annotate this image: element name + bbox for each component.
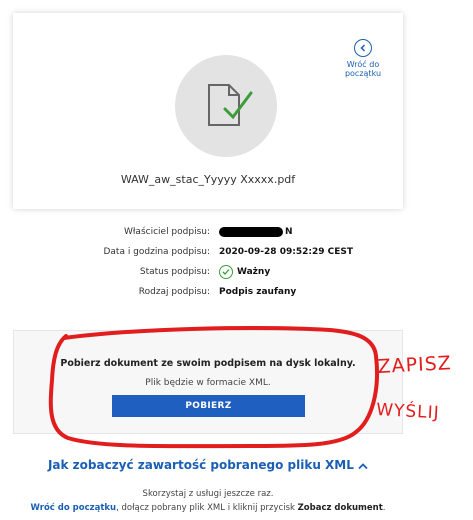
footer-line1: Skorzystaj z usługi jeszcze raz. (142, 489, 274, 499)
redacted-block (219, 227, 283, 237)
signature-info: Właściciel podpisu: N Data i godzina pod… (0, 222, 473, 302)
file-name: WAW_aw_stac_Yyyyy Xxxxx.pdf (120, 173, 296, 186)
owner-value-visible: N (285, 227, 293, 237)
status-value: Ważny (219, 262, 270, 282)
datetime-label: Data i godzina podpisu: (103, 247, 210, 257)
footer-back-link[interactable]: Wróć do początku (31, 503, 117, 513)
status-row: Status podpisu: Ważny (0, 262, 473, 282)
back-to-start-button[interactable]: Wróć do początku (339, 39, 387, 78)
owner-value: N (219, 222, 293, 242)
file-card: Wróć do początku WAW_aw_stac_Yyyyy Xxxxx… (13, 13, 403, 209)
datetime-row: Data i godzina podpisu: 2020-09-28 09:52… (0, 242, 473, 262)
footer-middle-text: , dołącz pobrany plik XML i kliknij przy… (116, 503, 298, 513)
download-button[interactable]: POBIERZ (112, 395, 305, 417)
footer-line2: Wróć do początku, dołącz pobrany plik XM… (0, 503, 416, 513)
xml-help-link[interactable]: Jak zobaczyć zawartość pobranego pliku X… (0, 458, 416, 472)
arrow-left-icon (354, 39, 372, 57)
signed-document-icon (208, 84, 253, 126)
footer-end-text: . (382, 503, 386, 513)
status-label: Status podpisu: (139, 267, 210, 277)
document-icon-circle (175, 55, 277, 157)
type-value: Podpis zaufany (219, 287, 297, 297)
datetime-value: 2020-09-28 09:52:29 CEST (219, 247, 353, 257)
type-label: Rodzaj podpisu: (138, 287, 210, 297)
owner-label: Właściciel podpisu: (123, 227, 210, 237)
back-label-line2: początku (344, 69, 382, 78)
check-circle-icon (219, 265, 233, 279)
download-box: Pobierz dokument ze swoim podpisem na dy… (13, 330, 403, 434)
owner-row: Właściciel podpisu: N (0, 222, 473, 242)
download-title: Pobierz dokument ze swoim podpisem na dy… (60, 358, 356, 369)
footer-bold-text: Zobacz dokument (297, 503, 383, 513)
chevron-up-icon (358, 462, 368, 469)
type-row: Rodzaj podpisu: Podpis zaufany (0, 282, 473, 302)
xml-help-link-text: Jak zobaczyć zawartość pobranego pliku X… (47, 458, 354, 472)
download-note: Plik będzie w formacie XML. (145, 378, 271, 388)
back-label-line1: Wróć do (346, 60, 380, 69)
status-value-text: Ważny (237, 267, 271, 277)
